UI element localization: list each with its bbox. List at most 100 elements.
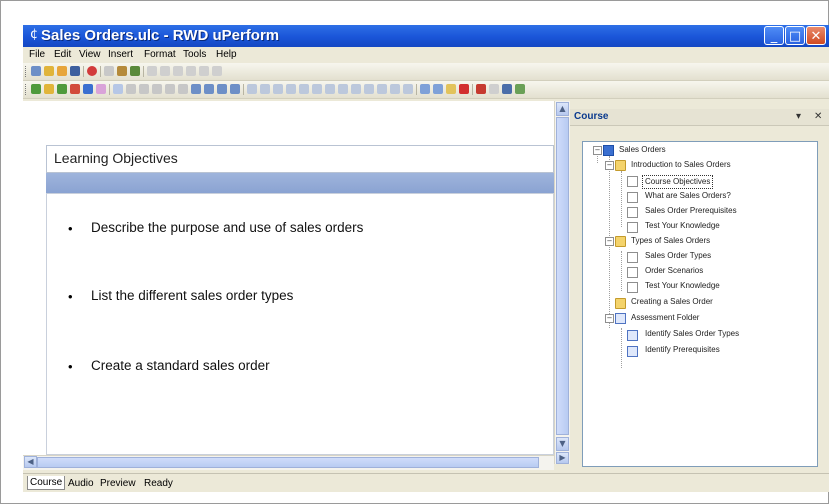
- redo-icon[interactable]: [199, 66, 209, 76]
- record-icon[interactable]: [87, 66, 97, 76]
- collapse-icon[interactable]: −: [605, 237, 614, 246]
- pane-close-icon[interactable]: ✕: [814, 110, 822, 124]
- scroll-right-icon[interactable]: ▶: [556, 452, 569, 464]
- menu-insert[interactable]: Insert: [108, 48, 133, 62]
- menu-edit[interactable]: Edit: [54, 48, 71, 62]
- redo-icon[interactable]: [489, 84, 499, 94]
- collapse-icon[interactable]: −: [593, 146, 602, 155]
- tree-node[interactable]: Sales Order Types: [645, 249, 711, 263]
- link-icon[interactable]: [96, 84, 106, 94]
- tree-node[interactable]: Test Your Knowledge: [645, 219, 720, 233]
- tree-node[interactable]: Order Scenarios: [645, 264, 703, 278]
- tab-preview[interactable]: Preview: [99, 477, 137, 490]
- align-center-icon[interactable]: [312, 84, 322, 94]
- numbering-icon[interactable]: [351, 84, 361, 94]
- outdent-icon[interactable]: [377, 84, 387, 94]
- tree-node[interactable]: Test Your Knowledge: [645, 279, 720, 293]
- save-icon[interactable]: [70, 66, 80, 76]
- tag-icon[interactable]: [204, 84, 214, 94]
- align-right-icon[interactable]: [325, 84, 335, 94]
- tree-node[interactable]: Sales Orders: [619, 143, 666, 157]
- tab-audio[interactable]: Audio: [67, 477, 95, 490]
- search-icon[interactable]: [104, 66, 114, 76]
- tree-node[interactable]: What are Sales Orders?: [645, 189, 731, 203]
- horizontal-scrollbar[interactable]: ◀: [23, 455, 554, 470]
- tree-node[interactable]: Sales Order Prerequisites: [645, 204, 737, 218]
- toolbar-grip[interactable]: [25, 84, 28, 95]
- import-icon[interactable]: [117, 66, 127, 76]
- heading-field[interactable]: Learning Objectives: [46, 145, 554, 173]
- format-icon[interactable]: [152, 84, 162, 94]
- menu-tools[interactable]: Tools: [183, 48, 206, 62]
- add-page-icon[interactable]: [44, 84, 54, 94]
- bullets-icon[interactable]: [338, 84, 348, 94]
- maximize-button[interactable]: □: [785, 26, 805, 45]
- scroll-down-icon[interactable]: ▼: [556, 437, 569, 451]
- underline-icon[interactable]: [273, 84, 283, 94]
- tag-icon[interactable]: [230, 84, 240, 94]
- tab-course[interactable]: Course: [27, 476, 66, 490]
- collapse-icon[interactable]: −: [605, 161, 614, 170]
- tree-node[interactable]: Identify Prerequisites: [645, 343, 720, 357]
- tree-node[interactable]: Identify Sales Order Types: [645, 327, 739, 341]
- menu-format[interactable]: Format: [144, 48, 176, 62]
- bold-icon[interactable]: [247, 84, 257, 94]
- paste-icon[interactable]: [173, 66, 183, 76]
- title-bar[interactable]: ¢ Sales Orders.ulc - RWD uPerform _ □ ✕: [23, 25, 829, 47]
- undo-icon[interactable]: [476, 84, 486, 94]
- format-icon[interactable]: [139, 84, 149, 94]
- copy-icon[interactable]: [160, 66, 170, 76]
- find-icon[interactable]: [502, 84, 512, 94]
- format-icon[interactable]: [178, 84, 188, 94]
- toolbar-grip[interactable]: [25, 66, 28, 77]
- vertical-scrollbar[interactable]: ▲ ▼ ▶: [554, 101, 570, 464]
- vertical-scroll-thumb[interactable]: [556, 117, 569, 435]
- content-panel[interactable]: • Describe the purpose and use of sales …: [46, 193, 554, 455]
- document-editor[interactable]: Learning Objectives • Describe the purpo…: [23, 101, 554, 455]
- paste-icon[interactable]: [446, 84, 456, 94]
- tree-node[interactable]: Assessment Folder: [631, 311, 699, 325]
- find-icon[interactable]: [31, 66, 41, 76]
- menu-file[interactable]: File: [29, 48, 45, 62]
- indent-icon[interactable]: [364, 84, 374, 94]
- minimize-button[interactable]: _: [764, 26, 784, 45]
- add-question-icon[interactable]: [83, 84, 93, 94]
- add-section-icon[interactable]: [57, 84, 67, 94]
- add-test-icon[interactable]: [70, 84, 80, 94]
- copy-icon[interactable]: [433, 84, 443, 94]
- export-icon[interactable]: [130, 66, 140, 76]
- align-left-icon[interactable]: [299, 84, 309, 94]
- format-icon[interactable]: [126, 84, 136, 94]
- italic-icon[interactable]: [260, 84, 270, 94]
- tree-node[interactable]: Creating a Sales Order: [631, 295, 713, 309]
- tag-icon[interactable]: [217, 84, 227, 94]
- scroll-left-icon[interactable]: ◀: [24, 456, 37, 468]
- spell-icon[interactable]: [515, 84, 525, 94]
- tree-node[interactable]: Types of Sales Orders: [631, 234, 710, 248]
- scroll-up-icon[interactable]: ▲: [556, 102, 569, 116]
- menu-view[interactable]: View: [79, 48, 101, 62]
- superscript-icon[interactable]: [390, 84, 400, 94]
- course-tree[interactable]: − Sales Orders − Introduction to Sales O…: [582, 141, 818, 467]
- pane-menu-icon[interactable]: ▾: [796, 110, 801, 124]
- new-folder-icon[interactable]: [44, 66, 54, 76]
- tree-node[interactable]: Introduction to Sales Orders: [631, 158, 731, 172]
- delete-icon[interactable]: [459, 84, 469, 94]
- insert-icon[interactable]: [31, 84, 41, 94]
- open-icon[interactable]: [57, 66, 67, 76]
- tag-icon[interactable]: [191, 84, 201, 94]
- subscript-icon[interactable]: [403, 84, 413, 94]
- page-icon: [627, 192, 638, 203]
- settings-icon[interactable]: [212, 66, 222, 76]
- cut-icon[interactable]: [420, 84, 430, 94]
- format-icon[interactable]: [165, 84, 175, 94]
- horizontal-scroll-thumb[interactable]: [37, 457, 539, 468]
- properties-icon[interactable]: [113, 84, 123, 94]
- collapse-icon[interactable]: −: [605, 314, 614, 323]
- font-color-icon[interactable]: [286, 84, 296, 94]
- close-button[interactable]: ✕: [806, 26, 826, 45]
- menu-help[interactable]: Help: [216, 48, 237, 62]
- cut-icon[interactable]: [147, 66, 157, 76]
- undo-icon[interactable]: [186, 66, 196, 76]
- tree-node-selected[interactable]: Course Objectives: [642, 175, 714, 189]
